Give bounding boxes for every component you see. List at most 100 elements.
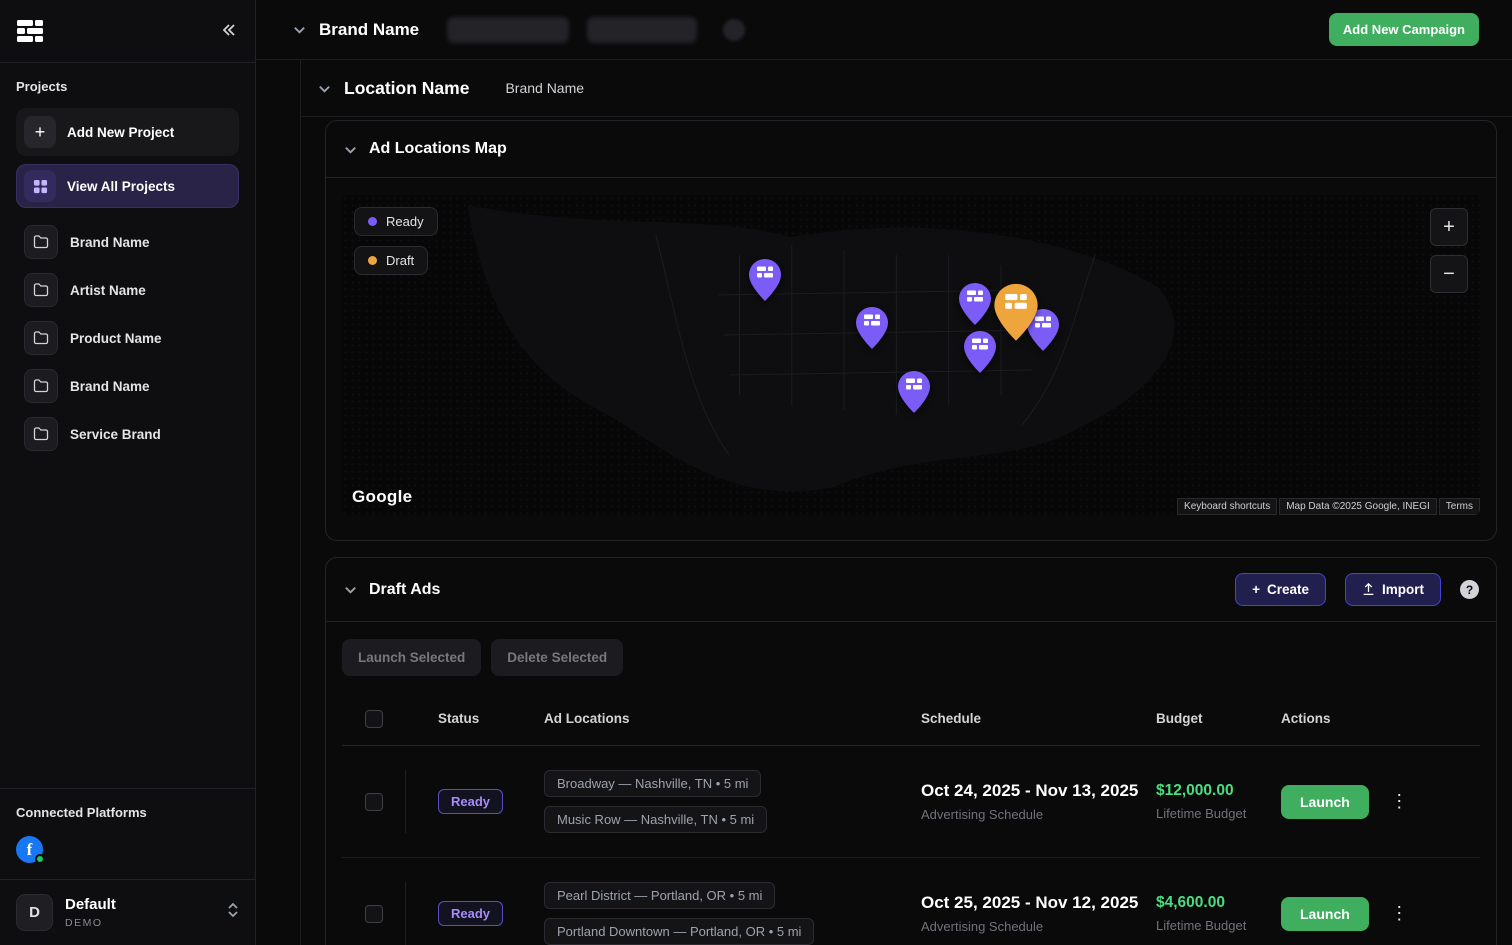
location-brand-subtitle: Brand Name	[505, 80, 585, 96]
budget-sublabel: Lifetime Budget	[1156, 918, 1247, 933]
map-pin-ready[interactable]	[748, 258, 782, 302]
map-attribution: Keyboard shortcuts Map Data ©2025 Google…	[1177, 498, 1480, 515]
schedule-dates: Oct 24, 2025 - Nov 13, 2025	[921, 781, 1139, 800]
zoom-out-button[interactable]: −	[1430, 255, 1468, 293]
connected-platforms-label: Connected Platforms	[16, 805, 147, 820]
row-checkbox[interactable]	[364, 792, 383, 811]
map-canvas[interactable]: Ready Draft + − Google Keyboard shortcut…	[342, 195, 1480, 515]
legend-ready: Ready	[354, 207, 438, 236]
status-badge: Ready	[438, 789, 504, 814]
ad-locations-map-card: Ad Locations Map Ready Draft + − Google …	[325, 120, 1497, 541]
ad-location-chip: Pearl District — Portland, OR • 5 mi	[544, 882, 776, 909]
app-logo-icon[interactable]	[16, 17, 44, 45]
map-pins-layer	[342, 195, 1480, 515]
redacted-avatar	[723, 18, 746, 41]
sidebar-item-view-all-projects[interactable]: View All Projects	[16, 164, 239, 208]
connected-status-dot	[35, 854, 45, 864]
create-button[interactable]: + Create	[1235, 573, 1326, 606]
table-row: Ready Broadway — Nashville, TN • 5 mi Mu…	[342, 746, 1480, 858]
draft-ads-title: Draft Ads	[369, 580, 441, 598]
sidebar: Projects + Add New Project View All Proj…	[0, 0, 256, 945]
add-new-project-button[interactable]: + Add New Project	[16, 108, 239, 156]
add-new-campaign-button[interactable]: Add New Campaign	[1328, 13, 1479, 46]
sidebar-item-project[interactable]: Brand Name	[16, 362, 239, 410]
facebook-platform-button[interactable]: f	[16, 836, 45, 864]
map-pin-ready[interactable]	[855, 306, 889, 350]
account-switcher[interactable]: D Default DEMO	[0, 879, 255, 945]
location-header: Location Name Brand Name	[301, 60, 1512, 117]
sidebar-header	[0, 0, 255, 63]
legend-draft-label: Draft	[386, 253, 415, 268]
folder-icon	[24, 225, 58, 259]
keyboard-shortcuts-link[interactable]: Keyboard shortcuts	[1177, 498, 1278, 515]
folder-icon	[24, 321, 58, 355]
sidebar-item-project[interactable]: Artist Name	[16, 266, 239, 314]
schedule-sublabel: Advertising Schedule	[921, 919, 1044, 934]
status-badge: Ready	[438, 901, 504, 926]
chevron-down-icon[interactable]	[343, 582, 358, 597]
plus-icon: +	[1252, 582, 1260, 597]
import-button[interactable]: Import	[1345, 573, 1441, 606]
map-pin-ready[interactable]	[958, 282, 992, 326]
redacted-text	[447, 16, 570, 43]
launch-button[interactable]: Launch	[1281, 896, 1369, 931]
project-label: Brand Name	[70, 234, 150, 250]
column-header-schedule: Schedule	[921, 711, 982, 726]
brand-header: Brand Name Add New Campaign	[256, 0, 1512, 60]
schedule-dates: Oct 25, 2025 - Nov 12, 2025	[921, 893, 1139, 912]
connected-platforms-section: Connected Platforms f	[0, 788, 255, 879]
draft-ads-header: Draft Ads + Create Import ?	[326, 558, 1496, 622]
sidebar-collapse-button[interactable]	[221, 21, 237, 41]
row-menu-icon[interactable]: ⋮	[1385, 899, 1415, 929]
account-avatar: D	[16, 894, 53, 931]
map-zoom-controls: + −	[1430, 208, 1468, 293]
bulk-actions-row: Launch Selected Delete Selected	[342, 639, 1480, 676]
draft-ads-table: Status Ad Locations Schedule Budget Acti…	[342, 692, 1480, 945]
project-label: Product Name	[70, 330, 162, 346]
table-row: Ready Pearl District — Portland, OR • 5 …	[342, 858, 1480, 945]
ad-location-chip: Portland Downtown — Portland, OR • 5 mi	[544, 918, 815, 945]
launch-button[interactable]: Launch	[1281, 784, 1369, 819]
folder-icon	[24, 417, 58, 451]
zoom-in-button[interactable]: +	[1430, 208, 1468, 246]
main-content: Brand Name Add New Campaign Location Nam…	[256, 0, 1512, 945]
launch-selected-button[interactable]: Launch Selected	[342, 639, 482, 676]
folder-icon	[24, 273, 58, 307]
sidebar-item-project[interactable]: Brand Name	[16, 218, 239, 266]
map-pin-draft[interactable]	[993, 283, 1039, 343]
budget-sublabel: Lifetime Budget	[1156, 806, 1247, 821]
draft-ads-card: Draft Ads + Create Import ? Launch Selec…	[325, 557, 1497, 945]
delete-selected-button[interactable]: Delete Selected	[491, 639, 624, 676]
location-panel: Location Name Brand Name Ad Locations Ma…	[300, 60, 1512, 945]
ad-location-chip: Music Row — Nashville, TN • 5 mi	[544, 806, 768, 833]
ad-location-chip: Broadway — Nashville, TN • 5 mi	[544, 770, 762, 797]
map-pin-ready[interactable]	[897, 370, 931, 414]
add-new-project-label: Add New Project	[67, 124, 175, 140]
terms-link[interactable]: Terms	[1438, 498, 1480, 515]
budget-amount: $12,000.00	[1156, 782, 1234, 799]
map-card-header: Ad Locations Map	[326, 121, 1496, 178]
table-header-row: Status Ad Locations Schedule Budget Acti…	[342, 692, 1480, 746]
chevron-down-icon[interactable]	[343, 142, 358, 157]
help-icon[interactable]: ?	[1460, 580, 1479, 599]
location-title: Location Name	[344, 77, 470, 98]
project-label: Service Brand	[70, 426, 161, 442]
redacted-text	[587, 16, 698, 43]
chevron-up-down-icon	[227, 901, 239, 924]
chevron-down-icon[interactable]	[292, 22, 307, 37]
sidebar-item-project[interactable]: Product Name	[16, 314, 239, 362]
google-logo[interactable]: Google	[352, 487, 412, 507]
select-all-checkbox[interactable]	[365, 709, 383, 728]
brand-title: Brand Name	[319, 19, 420, 39]
row-checkbox[interactable]	[364, 904, 383, 923]
column-header-status: Status	[438, 711, 480, 726]
map-card-title: Ad Locations Map	[369, 140, 507, 157]
chevron-down-icon[interactable]	[317, 81, 332, 96]
map-data-label: Map Data ©2025 Google, INEGI	[1279, 498, 1437, 515]
draft-dot-icon	[368, 256, 377, 265]
account-name: Default	[65, 896, 116, 913]
view-all-projects-label: View All Projects	[67, 178, 176, 194]
legend-draft: Draft	[354, 246, 429, 275]
sidebar-item-project[interactable]: Service Brand	[16, 410, 239, 458]
row-menu-icon[interactable]: ⋮	[1385, 787, 1415, 817]
